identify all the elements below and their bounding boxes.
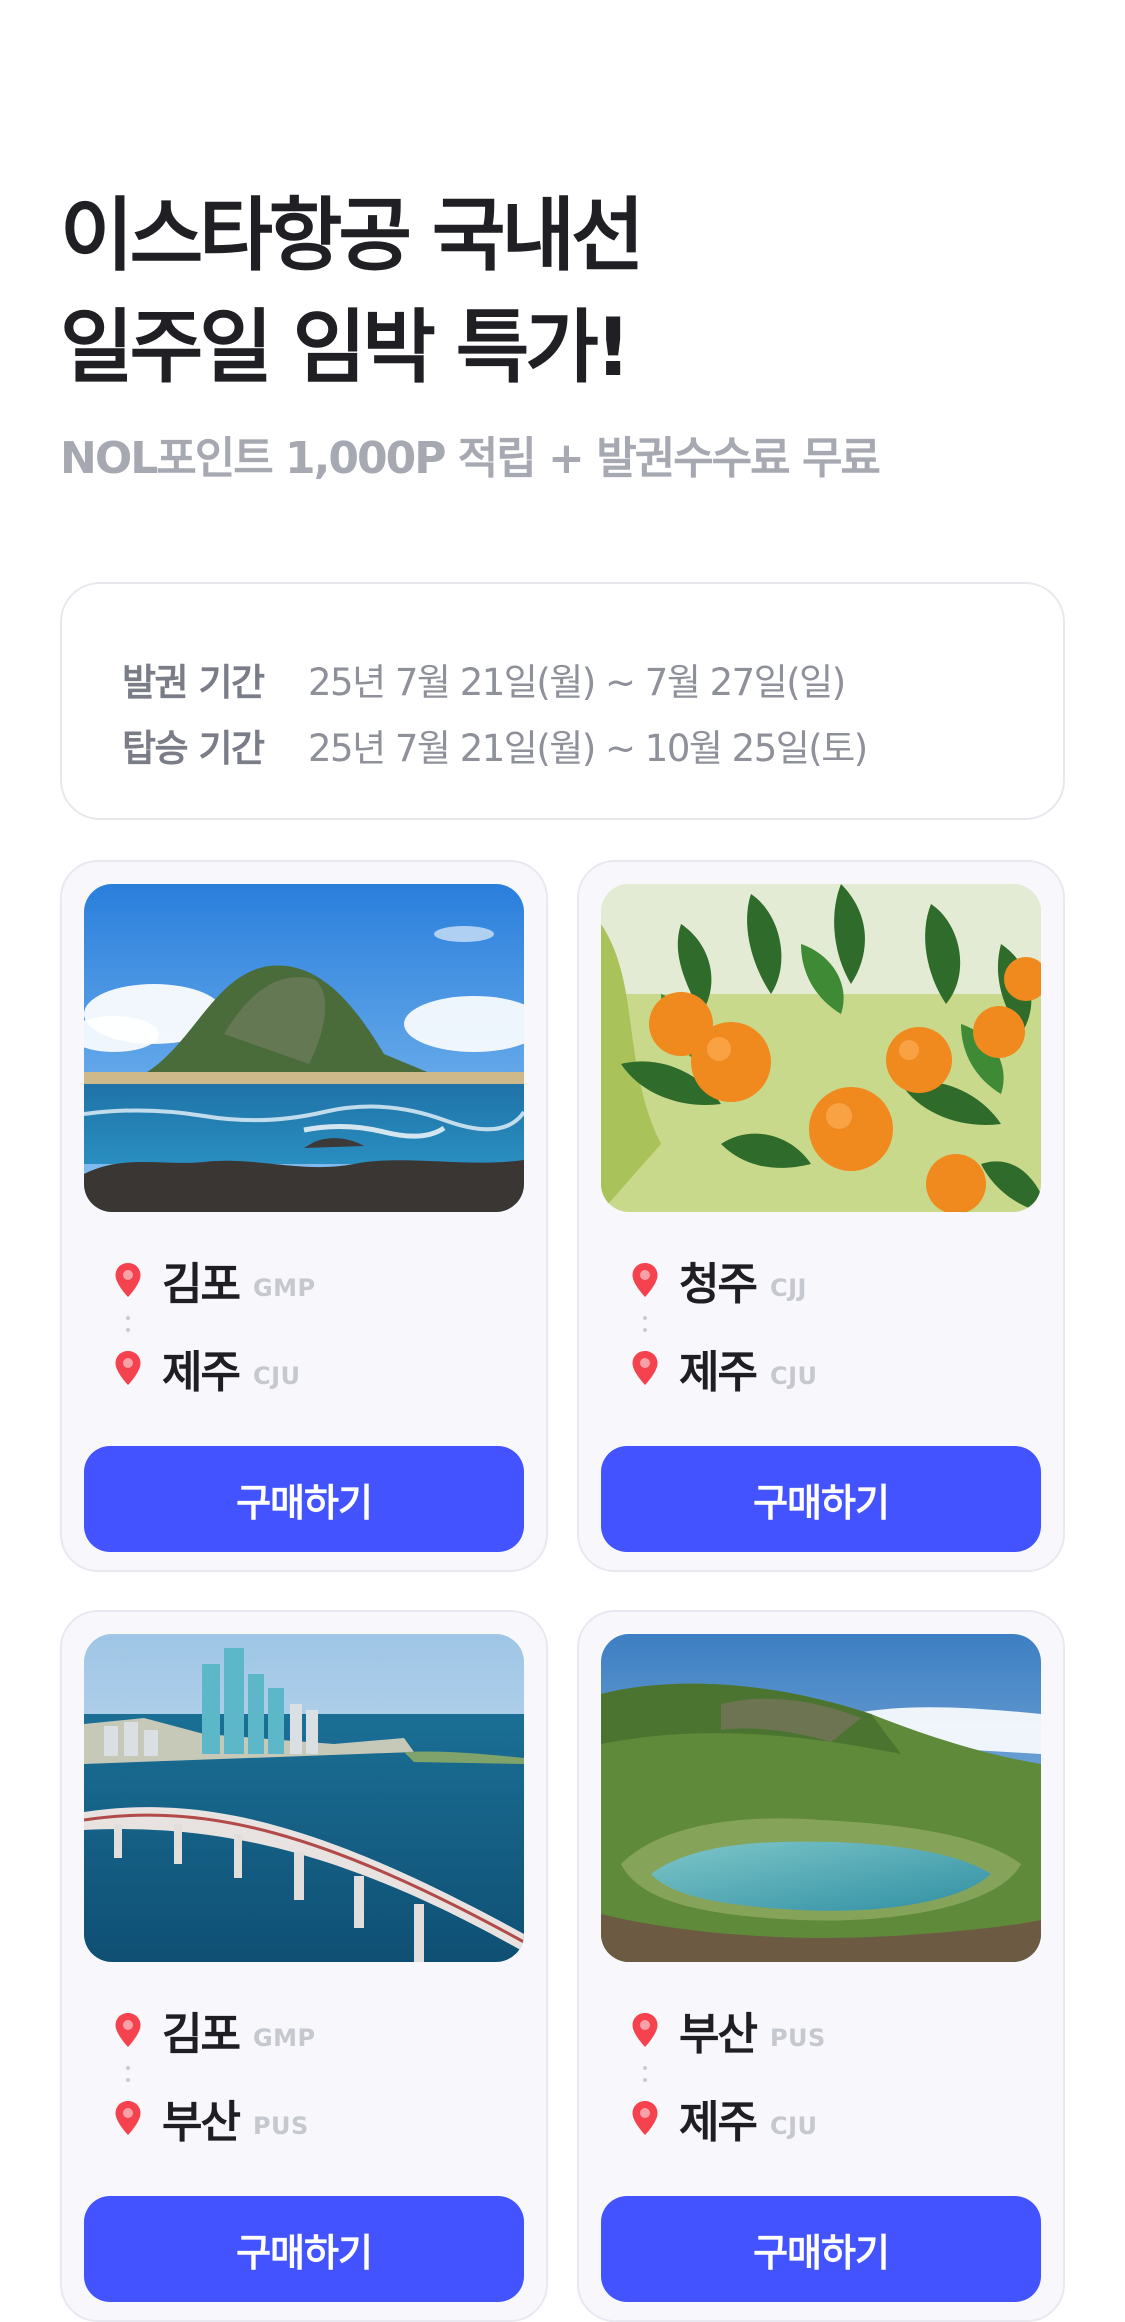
arrival-code: CJU — [769, 2112, 818, 2140]
location-pin-icon — [631, 1262, 659, 1298]
route-info: 청주 CJJ 제주 CJU — [631, 1250, 1031, 1398]
location-pin-icon — [114, 1350, 142, 1386]
promo-header: 이스타항공 국내선 일주일 임박 특가! NOL포인트 1,000P 적립 + … — [60, 180, 1060, 486]
departure-code: GMP — [252, 2024, 316, 2052]
route-connector — [643, 1310, 1031, 1338]
promo-title-line-2: 일주일 임박 특가! — [60, 301, 631, 394]
arrival-city: 제주 — [679, 2097, 758, 2148]
route-info: 부산 PUS 제주 CJU — [631, 2000, 1031, 2148]
arrival-stop: 제주 CJU — [114, 1338, 514, 1398]
departure-code: PUS — [769, 2024, 826, 2052]
route-connector — [643, 2060, 1031, 2088]
arrival-stop: 제주 CJU — [631, 1338, 1031, 1398]
arrival-city: 제주 — [162, 1347, 241, 1398]
arrival-code: CJU — [252, 1362, 301, 1390]
departure-code: CJJ — [769, 1274, 807, 1302]
boarding-period-label: 탑승 기간 — [122, 727, 265, 770]
departure-city: 청주 — [679, 1259, 758, 1310]
promo-title: 이스타항공 국내선 일주일 임박 특가! — [60, 180, 1060, 404]
issue-period-label: 발권 기간 — [122, 661, 265, 704]
route-info: 김포 GMP 부산 PUS — [114, 2000, 514, 2148]
location-pin-icon — [631, 2012, 659, 2048]
hallasan-crater-lake-image — [601, 1634, 1041, 1962]
arrival-code: PUS — [252, 2112, 309, 2140]
boarding-period-value: 25년 7월 21일(월) ~ 10월 25일(토) — [308, 727, 868, 770]
busan-skyline-bridge-image — [84, 1634, 524, 1962]
route-card-pus-cju: 부산 PUS 제주 CJU 구매하기 — [577, 1610, 1065, 2322]
promo-title-line-1: 이스타항공 국내선 — [60, 189, 645, 282]
buy-button[interactable]: 구매하기 — [84, 1446, 524, 1552]
issue-period-value: 25년 7월 21일(월) ~ 7월 27일(일) — [308, 661, 846, 704]
departure-stop: 김포 GMP — [114, 1250, 514, 1310]
location-pin-icon — [631, 1350, 659, 1386]
arrival-city: 부산 — [162, 2097, 241, 2148]
jeju-seongsan-coast-image — [84, 884, 524, 1212]
tangerine-tree-image — [601, 884, 1041, 1212]
departure-city: 부산 — [679, 2009, 758, 2060]
departure-stop: 부산 PUS — [631, 2000, 1031, 2060]
route-card-gmp-pus: 김포 GMP 부산 PUS 구매하기 — [60, 1610, 548, 2322]
route-card-gmp-cju: 김포 GMP 제주 CJU 구매하기 — [60, 860, 548, 1572]
arrival-stop: 부산 PUS — [114, 2088, 514, 2148]
promo-subtitle: NOL포인트 1,000P 적립 + 발권수수료 무료 — [60, 433, 881, 484]
period-info-box: 발권 기간 25년 7월 21일(월) ~ 7월 27일(일) 탑승 기간 25… — [60, 582, 1065, 820]
departure-stop: 김포 GMP — [114, 2000, 514, 2060]
issue-period-row: 발권 기간 25년 7월 21일(월) ~ 7월 27일(일) — [122, 646, 1063, 712]
route-card-cjj-cju: 청주 CJJ 제주 CJU 구매하기 — [577, 860, 1065, 1572]
buy-button[interactable]: 구매하기 — [601, 1446, 1041, 1552]
departure-code: GMP — [252, 1274, 316, 1302]
departure-city: 김포 — [162, 1259, 241, 1310]
arrival-code: CJU — [769, 1362, 818, 1390]
departure-stop: 청주 CJJ — [631, 1250, 1031, 1310]
location-pin-icon — [631, 2100, 659, 2136]
route-connector — [126, 2060, 514, 2088]
location-pin-icon — [114, 2012, 142, 2048]
location-pin-icon — [114, 1262, 142, 1298]
buy-button[interactable]: 구매하기 — [601, 2196, 1041, 2302]
arrival-stop: 제주 CJU — [631, 2088, 1031, 2148]
departure-city: 김포 — [162, 2009, 241, 2060]
arrival-city: 제주 — [679, 1347, 758, 1398]
route-info: 김포 GMP 제주 CJU — [114, 1250, 514, 1398]
buy-button[interactable]: 구매하기 — [84, 2196, 524, 2302]
boarding-period-row: 탑승 기간 25년 7월 21일(월) ~ 10월 25일(토) — [122, 712, 1063, 778]
route-connector — [126, 1310, 514, 1338]
location-pin-icon — [114, 2100, 142, 2136]
